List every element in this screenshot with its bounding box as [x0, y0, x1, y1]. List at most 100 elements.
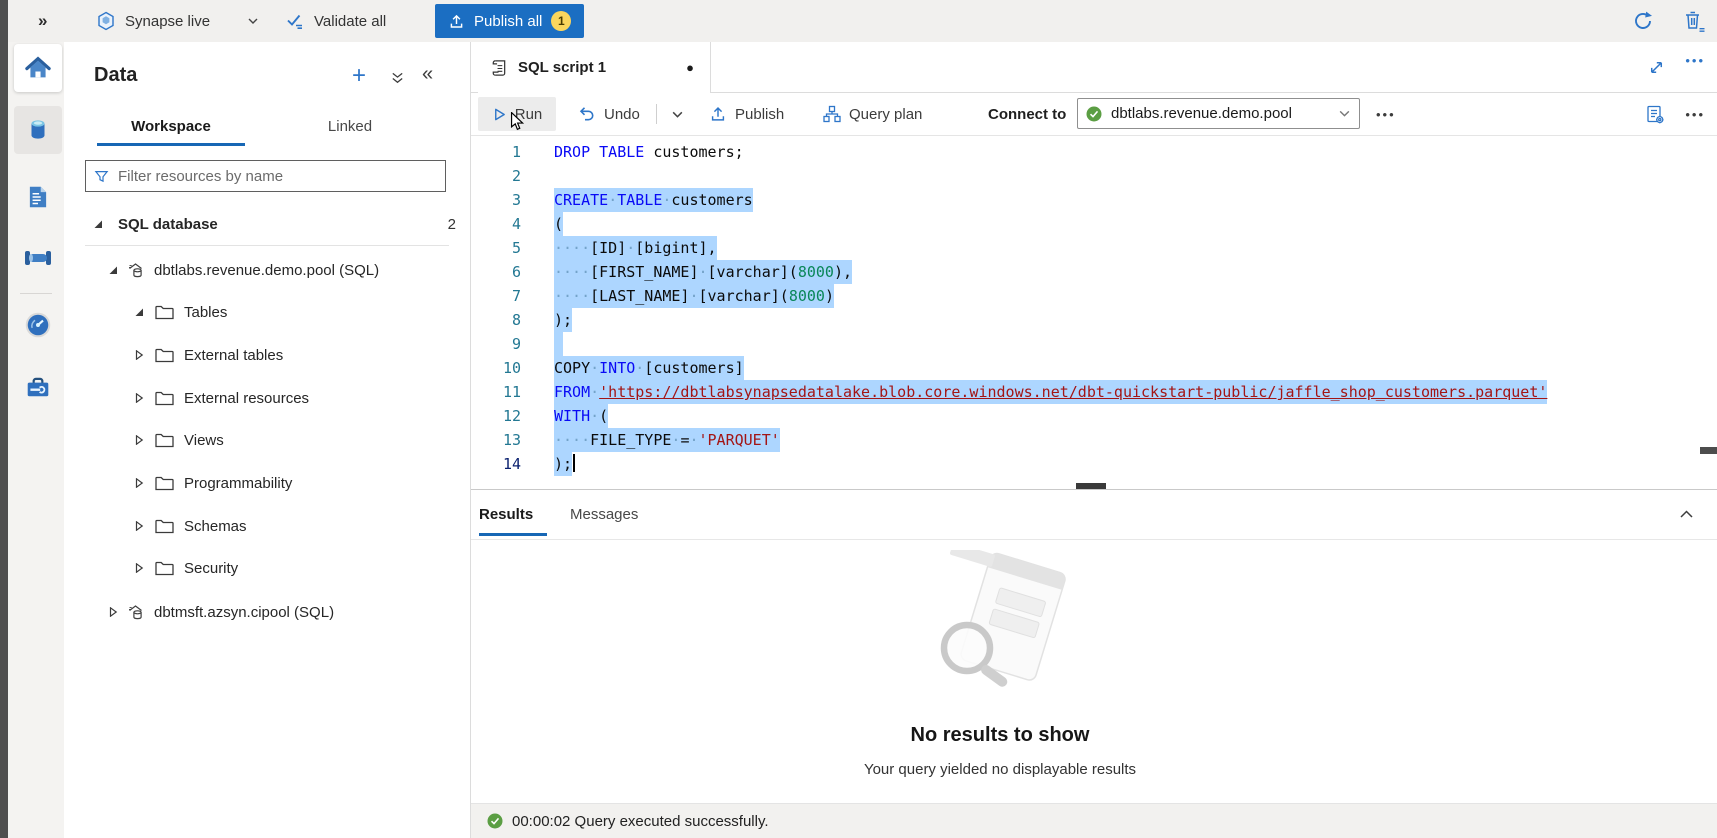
filter-resources-box — [85, 160, 446, 192]
nav-data-button[interactable] — [14, 106, 62, 154]
tree-folder-tables[interactable]: Tables — [64, 291, 470, 333]
properties-button[interactable] — [1645, 104, 1665, 125]
validate-all-button[interactable]: Validate all — [285, 0, 386, 42]
toolbar-more-button[interactable]: ••• — [1376, 93, 1396, 135]
tree-pool-dbtlabs[interactable]: dbtlabs.revenue.demo.pool (SQL) — [64, 249, 470, 291]
caret-expanded-icon[interactable] — [107, 265, 118, 275]
code-line[interactable]: 11FROM·'https://dbtlabsynapsedatalake.bl… — [471, 380, 1717, 404]
code-line[interactable]: 1DROP TABLE customers; — [471, 140, 1717, 164]
caret-collapsed-icon[interactable] — [133, 435, 144, 445]
tree-folder-security[interactable]: Security — [64, 547, 470, 589]
pipeline-icon — [24, 246, 52, 270]
tab-linked[interactable]: Linked — [283, 108, 417, 144]
gauge-icon — [24, 311, 52, 339]
nav-home-button[interactable] — [14, 44, 62, 92]
line-content: ( — [521, 212, 563, 236]
chevron-down-icon — [1338, 107, 1351, 120]
editor-scrollbar-thumb[interactable] — [1700, 447, 1717, 454]
ellipsis-icon: ••• — [1376, 107, 1396, 122]
undo-button[interactable]: Undo — [578, 93, 640, 135]
nav-develop-button[interactable] — [14, 173, 62, 221]
synapse-live-mode-switcher[interactable]: Synapse live — [96, 0, 259, 42]
panel-title: Data — [94, 64, 137, 87]
toolbar-overflow-button[interactable]: ••• — [1685, 93, 1705, 135]
tree-folder-programmability[interactable]: Programmability — [64, 462, 470, 504]
tree-folder-external-tables[interactable]: External tables — [64, 334, 470, 376]
tree-divider — [85, 245, 449, 246]
line-content: ····[ID]·[bigint], — [521, 236, 717, 260]
code-line[interactable]: 7····[LAST_NAME]·[varchar](8000) — [471, 284, 1717, 308]
undo-redo-dropdown-button[interactable] — [671, 93, 684, 135]
caret-collapsed-icon[interactable] — [133, 478, 144, 488]
caret-collapsed-icon[interactable] — [133, 350, 144, 360]
results-header: Results Messages — [471, 490, 1717, 540]
publish-upload-icon — [709, 105, 727, 123]
tree-folder-schemas[interactable]: Schemas — [64, 505, 470, 547]
caret-collapsed-icon[interactable] — [133, 563, 144, 573]
code-line[interactable]: 9 — [471, 332, 1717, 356]
query-plan-button[interactable]: Query plan — [823, 93, 922, 135]
expand-sidebar-button[interactable]: » — [38, 0, 47, 42]
publish-button[interactable]: Publish — [709, 93, 784, 135]
caret-collapsed-icon[interactable] — [107, 607, 118, 617]
connect-to-pool-select[interactable]: dbtlabs.revenue.demo.pool — [1077, 98, 1360, 129]
tree-folder-external-resources[interactable]: External resources — [64, 377, 470, 419]
tab-workspace[interactable]: Workspace — [97, 108, 245, 144]
pane-resize-handle[interactable] — [1076, 483, 1106, 489]
undo-label: Undo — [604, 106, 640, 123]
line-content: COPY·INTO·[customers] — [521, 356, 744, 380]
tree-folder-label: Security — [184, 560, 238, 577]
sql-code-editor[interactable]: 1DROP TABLE customers;23CREATE·TABLE·cus… — [471, 136, 1717, 490]
code-line[interactable]: 10COPY·INTO·[customers] — [471, 356, 1717, 380]
tab-more-button[interactable]: ••• — [1685, 53, 1705, 68]
tree-pool-dbtmsft[interactable]: dbtmsft.azsyn.cipool (SQL) — [64, 591, 470, 633]
tree-root-sql-database[interactable]: SQL database 2 — [64, 203, 470, 245]
double-chevron-left-icon: « — [422, 63, 433, 85]
nav-integrate-button[interactable] — [14, 234, 62, 282]
run-label: Run — [515, 106, 543, 123]
caret-expanded-icon[interactable] — [92, 219, 103, 229]
code-line[interactable]: 12WITH·( — [471, 404, 1717, 428]
collapse-results-button[interactable] — [1678, 507, 1695, 521]
caret-collapsed-icon[interactable] — [133, 521, 144, 531]
line-content: FROM·'https://dbtlabsynapsedatalake.blob… — [521, 380, 1547, 404]
caret-collapsed-icon[interactable] — [133, 393, 144, 403]
code-line[interactable]: 8); — [471, 308, 1717, 332]
tree-root-count: 2 — [448, 216, 470, 233]
tab-sql-script-1[interactable]: SQL script 1 ● — [478, 42, 711, 93]
code-line[interactable]: 14); — [471, 452, 1717, 476]
text-cursor — [573, 454, 575, 472]
code-line[interactable]: 5····[ID]·[bigint], — [471, 236, 1717, 260]
tree-folder-views[interactable]: Views — [64, 419, 470, 461]
publish-all-button[interactable]: Publish all 1 — [435, 4, 584, 38]
actions-menu-button[interactable] — [390, 71, 405, 86]
add-resource-button[interactable]: + — [352, 66, 366, 86]
status-message: 00:00:02 Query executed successfully. — [512, 813, 769, 830]
line-content: DROP TABLE customers; — [521, 140, 744, 164]
line-content: ); — [521, 308, 572, 332]
expand-editor-button[interactable] — [1648, 59, 1665, 76]
code-line[interactable]: 13····FILE_TYPE·=·'PARQUET' — [471, 428, 1717, 452]
code-line[interactable]: 6····[FIRST_NAME]·[varchar](8000), — [471, 260, 1717, 284]
folder-icon — [155, 348, 174, 363]
publish-count-badge: 1 — [551, 11, 571, 31]
code-line[interactable]: 4( — [471, 212, 1717, 236]
collapse-panel-button[interactable]: « — [422, 64, 433, 84]
nav-manage-button[interactable] — [14, 363, 62, 411]
properties-icon — [1645, 104, 1665, 125]
empty-state-subtitle: Your query yielded no displayable result… — [750, 761, 1250, 778]
code-line[interactable]: 2 — [471, 164, 1717, 188]
caret-expanded-icon[interactable] — [133, 307, 144, 317]
synapse-logo-icon — [96, 11, 116, 31]
filter-resources-input[interactable] — [116, 167, 437, 186]
tab-results[interactable]: Results — [479, 490, 533, 539]
publish-label: Publish — [735, 106, 784, 123]
line-number: 11 — [471, 380, 521, 404]
refresh-button[interactable] — [1631, 9, 1655, 33]
code-line[interactable]: 3CREATE·TABLE·customers — [471, 188, 1717, 212]
discard-all-button[interactable] — [1681, 8, 1707, 34]
tab-messages[interactable]: Messages — [570, 490, 638, 539]
run-button[interactable]: Run — [478, 97, 556, 131]
tab-title: SQL script 1 — [518, 59, 606, 76]
nav-monitor-button[interactable] — [14, 301, 62, 349]
